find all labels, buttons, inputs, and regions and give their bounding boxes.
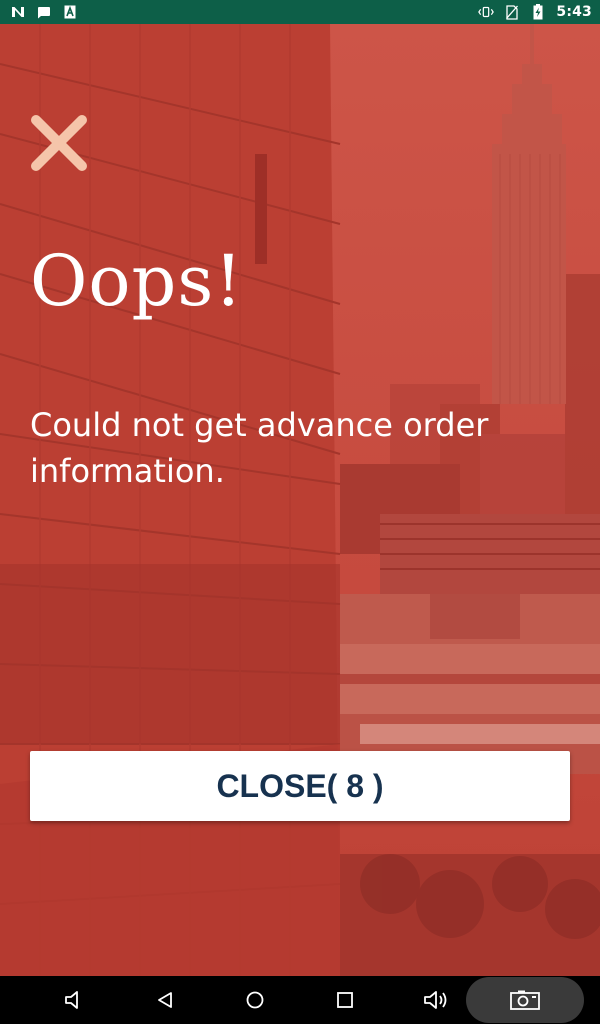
close-button[interactable]: CLOSE( 8 ) bbox=[30, 751, 570, 821]
close-x-icon[interactable] bbox=[28, 112, 90, 174]
message-notification-icon bbox=[36, 4, 52, 20]
status-system-icons: 5:43 bbox=[478, 4, 592, 20]
navigation-bar bbox=[0, 976, 600, 1024]
error-message: Could not get advance order information. bbox=[30, 406, 489, 490]
volume-down-icon[interactable] bbox=[50, 976, 98, 1024]
battery-charging-icon bbox=[530, 4, 546, 20]
recents-icon[interactable] bbox=[321, 976, 369, 1024]
background-city-photo bbox=[0, 24, 600, 976]
no-sim-icon bbox=[504, 4, 520, 20]
status-bar: 5:43 bbox=[0, 0, 600, 24]
back-icon[interactable] bbox=[141, 976, 189, 1024]
vibrate-icon bbox=[478, 4, 495, 20]
dialog-title: Oops! bbox=[30, 240, 244, 322]
screenshot-icon[interactable] bbox=[466, 977, 584, 1023]
a-notification-icon bbox=[62, 4, 78, 20]
home-icon[interactable] bbox=[231, 976, 279, 1024]
volume-up-icon[interactable] bbox=[411, 976, 459, 1024]
n-notification-icon bbox=[10, 4, 26, 20]
status-notifications bbox=[10, 4, 78, 20]
status-time: 5:43 bbox=[556, 4, 592, 20]
